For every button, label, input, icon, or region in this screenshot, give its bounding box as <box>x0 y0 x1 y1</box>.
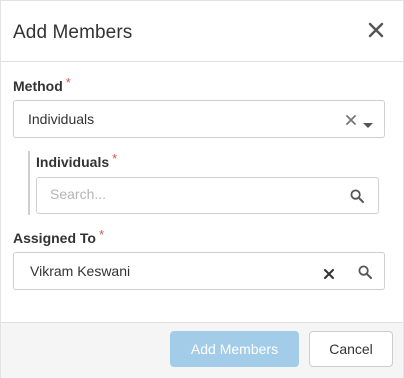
clear-icon[interactable] <box>346 112 356 130</box>
assigned-to-label: Assigned To * <box>13 227 105 246</box>
individuals-search-field[interactable] <box>36 177 379 214</box>
required-mark: * <box>65 75 71 90</box>
individuals-search-input[interactable] <box>50 186 310 202</box>
search-icon[interactable] <box>350 189 364 208</box>
method-label-text: Method <box>13 78 63 94</box>
dialog-footer: Add Members Cancel <box>1 322 403 378</box>
add-members-button[interactable]: Add Members <box>170 331 299 367</box>
assigned-to-value: Vikram Keswani <box>30 263 131 279</box>
add-members-dialog: Add Members Method * Individuals Individu… <box>0 0 404 378</box>
clear-icon[interactable] <box>324 266 334 284</box>
method-select-value: Individuals <box>28 111 95 127</box>
dialog-title: Add Members <box>13 22 133 43</box>
method-select[interactable]: Individuals <box>13 100 385 138</box>
individuals-label: Individuals * <box>36 151 118 170</box>
required-mark: * <box>112 151 118 166</box>
assigned-to-label-text: Assigned To <box>13 230 96 246</box>
dialog-header: Add Members <box>1 1 403 62</box>
individuals-label-text: Individuals <box>36 154 110 170</box>
chevron-down-icon[interactable] <box>363 116 373 134</box>
assigned-to-field[interactable]: Vikram Keswani <box>13 252 385 290</box>
close-icon[interactable] <box>367 21 385 39</box>
search-icon[interactable] <box>358 265 372 284</box>
cancel-button[interactable]: Cancel <box>309 331 393 367</box>
required-mark: * <box>98 227 105 242</box>
method-label: Method * <box>13 75 71 94</box>
indent-bar <box>28 151 30 215</box>
